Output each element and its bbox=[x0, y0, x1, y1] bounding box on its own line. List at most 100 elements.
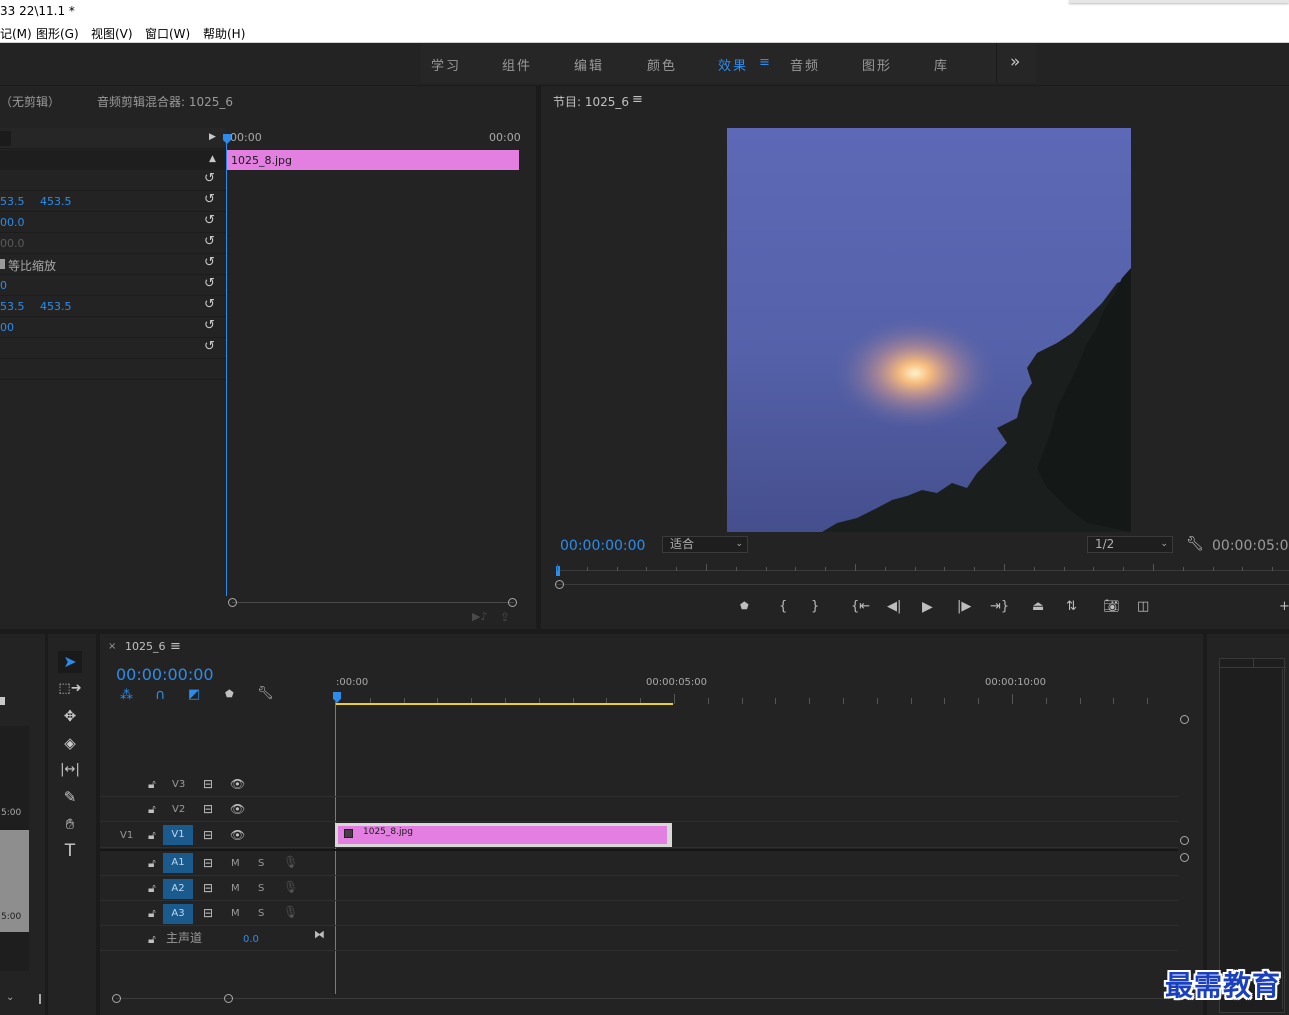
scale-value[interactable]: 00.0 bbox=[0, 216, 25, 229]
reset-icon[interactable]: ↺ bbox=[204, 318, 215, 333]
eye-icon[interactable]: 👁︎ bbox=[230, 803, 245, 815]
workspace-tab-libraries[interactable]: 库 bbox=[934, 55, 949, 74]
program-video-frame[interactable] bbox=[727, 128, 1131, 532]
master-volume-value[interactable]: 0.0 bbox=[243, 934, 259, 946]
zoom-level-select[interactable]: 适合 ⌄ bbox=[662, 536, 748, 553]
mark-in-icon[interactable]: { bbox=[779, 600, 787, 614]
workspace-tab-assembly[interactable]: 组件 bbox=[502, 55, 532, 74]
rotation-value[interactable]: 0 bbox=[0, 279, 7, 292]
h-scroll-track[interactable] bbox=[116, 998, 1180, 999]
menu-window[interactable]: 窗口(W) bbox=[145, 25, 190, 42]
track-target-a1[interactable]: A1 bbox=[163, 853, 193, 873]
mute-button[interactable]: M bbox=[231, 883, 240, 895]
workspace-tab-learn[interactable]: 学习 bbox=[431, 55, 461, 74]
razor-tool-icon[interactable]: ◈ bbox=[58, 732, 82, 754]
export-frame-icon[interactable]: ⇪ bbox=[500, 610, 510, 624]
lock-icon[interactable]: 🔓︎ bbox=[148, 857, 156, 869]
timeline-timecode[interactable]: 00:00:00:00 bbox=[116, 665, 214, 684]
play-icon[interactable]: ▶ bbox=[922, 600, 933, 614]
panel-menu-icon[interactable]: ≡ bbox=[632, 92, 643, 107]
workspace-tab-editing[interactable]: 编辑 bbox=[574, 55, 604, 74]
sequence-tab[interactable]: 1025_6 bbox=[125, 640, 166, 653]
lock-icon[interactable]: 🔓︎ bbox=[148, 907, 156, 919]
tab-audio-clip-mixer[interactable]: 音频剪辑混合器: 1025_6 bbox=[97, 93, 233, 110]
h-scroll-handle-left[interactable] bbox=[112, 994, 121, 1003]
snap-magnet-icon[interactable]: ∩ bbox=[155, 687, 165, 703]
work-area-bar[interactable] bbox=[336, 703, 673, 705]
track-target-a3[interactable]: A3 bbox=[163, 904, 193, 924]
solo-button[interactable]: S bbox=[258, 883, 264, 895]
h-scroll-handle-right[interactable] bbox=[224, 994, 233, 1003]
panel-menu-icon[interactable]: ≡ bbox=[170, 639, 181, 654]
timeline-clip[interactable]: 1025_8.jpg bbox=[335, 823, 672, 847]
reset-icon[interactable]: ↺ bbox=[204, 339, 215, 354]
step-back-icon[interactable]: ◀| bbox=[887, 600, 901, 614]
expand-arrow-icon[interactable]: ▶ bbox=[209, 132, 216, 142]
flicker-value[interactable]: 00 bbox=[0, 321, 14, 334]
ec-zoom-track[interactable] bbox=[232, 602, 514, 603]
resolution-select[interactable]: 1/2 ⌄ bbox=[1087, 536, 1173, 553]
sync-lock-icon[interactable]: ⊟ bbox=[203, 803, 213, 815]
reset-icon[interactable]: ↺ bbox=[204, 171, 215, 186]
sync-lock-icon[interactable]: ⊟ bbox=[203, 907, 213, 919]
linked-selection-icon[interactable]: ◩ bbox=[188, 687, 200, 702]
go-to-edit-icon[interactable]: ⧓ bbox=[314, 929, 325, 941]
microphone-icon[interactable]: 🎙︎ bbox=[283, 906, 298, 918]
workspace-tab-audio[interactable]: 音频 bbox=[790, 55, 820, 74]
ripple-edit-tool-icon[interactable]: ✥ bbox=[58, 705, 82, 727]
more-workspaces-icon[interactable]: » bbox=[1010, 52, 1020, 72]
mute-button[interactable]: M bbox=[231, 858, 240, 870]
collapse-arrow-icon[interactable]: ▲ bbox=[209, 154, 216, 164]
sync-lock-icon[interactable]: ⊟ bbox=[203, 857, 213, 869]
track-target-v1[interactable]: V1 bbox=[163, 825, 193, 845]
microphone-icon[interactable]: 🎙︎ bbox=[283, 881, 298, 893]
program-title[interactable]: 节目: 1025_6 bbox=[553, 93, 629, 110]
track-target-a2[interactable]: A2 bbox=[163, 879, 193, 899]
menu-marker[interactable]: 记(M) bbox=[0, 25, 32, 42]
solo-button[interactable]: S bbox=[258, 858, 264, 870]
v-scroll-handle-top[interactable] bbox=[1180, 715, 1189, 724]
sync-lock-icon[interactable]: ⊟ bbox=[203, 882, 213, 894]
uniform-scale-checkbox[interactable] bbox=[0, 259, 5, 269]
source-patch-v1[interactable]: V1 bbox=[120, 830, 133, 842]
track-select-tool-icon[interactable]: ⬚➜ bbox=[58, 678, 82, 700]
add-marker-icon[interactable]: ⬟ bbox=[225, 689, 234, 700]
menu-view[interactable]: 视图(V) bbox=[91, 25, 133, 42]
go-to-out-icon[interactable]: ⇥} bbox=[990, 600, 1009, 614]
mark-out-icon[interactable]: } bbox=[811, 600, 819, 614]
workspace-menu-icon[interactable]: ≡ bbox=[759, 55, 770, 70]
pen-tool-icon[interactable]: ✎ bbox=[58, 786, 82, 808]
solo-button[interactable]: S bbox=[258, 908, 264, 920]
ec-zoom-handle-left[interactable] bbox=[228, 598, 237, 607]
filter-audio-icon[interactable]: ▶♪ bbox=[472, 610, 487, 623]
program-zoom-handle[interactable] bbox=[555, 580, 564, 589]
reset-icon[interactable]: ↺ bbox=[204, 255, 215, 270]
workspace-tab-graphics[interactable]: 图形 bbox=[862, 55, 892, 74]
ec-playhead-line[interactable] bbox=[226, 136, 227, 596]
program-zoom-track[interactable] bbox=[556, 584, 1289, 585]
project-thumbnail[interactable]: 5:00 5:00 bbox=[0, 726, 29, 971]
mute-button[interactable]: M bbox=[231, 908, 240, 920]
lock-icon[interactable]: 🔓︎ bbox=[148, 882, 156, 894]
lock-icon[interactable]: 🔓︎ bbox=[148, 778, 156, 790]
nest-toggle-icon[interactable]: ⁂ bbox=[120, 688, 133, 703]
reset-icon[interactable]: ↺ bbox=[204, 213, 215, 228]
hand-tool-icon[interactable]: ✋︎ bbox=[58, 813, 82, 835]
add-marker-icon[interactable]: ⬟ bbox=[740, 600, 749, 614]
eye-icon[interactable]: 👁︎ bbox=[230, 829, 245, 841]
lock-icon[interactable]: 🔓︎ bbox=[148, 933, 156, 945]
workspace-tab-color[interactable]: 颜色 bbox=[647, 55, 677, 74]
program-ruler[interactable] bbox=[556, 570, 1289, 571]
menu-help[interactable]: 帮助(H) bbox=[203, 25, 245, 42]
microphone-icon[interactable]: 🎙︎ bbox=[283, 856, 298, 868]
extract-icon[interactable]: ⇅ bbox=[1066, 600, 1077, 614]
reset-icon[interactable]: ↺ bbox=[204, 234, 215, 249]
position-y-value[interactable]: 453.5 bbox=[40, 195, 72, 208]
export-frame-camera-icon[interactable]: 📷︎ bbox=[1103, 600, 1120, 614]
chevron-down-icon[interactable]: ⌄ bbox=[6, 992, 14, 1003]
workspace-tab-effects[interactable]: 效果 bbox=[718, 55, 748, 74]
eye-icon[interactable]: 👁︎ bbox=[230, 778, 245, 790]
reset-icon[interactable]: ↺ bbox=[204, 192, 215, 207]
reset-icon[interactable]: ↺ bbox=[204, 297, 215, 312]
ec-clip-bar[interactable]: 1025_8.jpg bbox=[226, 150, 519, 170]
